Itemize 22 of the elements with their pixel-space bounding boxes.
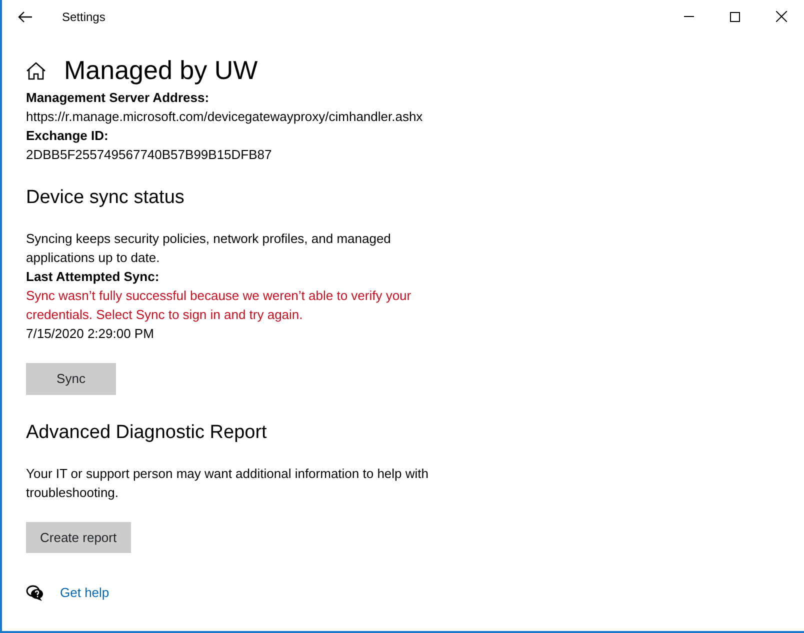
- error-message: Sync wasn’t fully successful because we weren’t able to verify your credentials. Select Sync to sign in and try again.: [26, 287, 412, 324]
- home-icon[interactable]: [26, 62, 46, 80]
- field-label: Exchange ID:: [26, 127, 110, 146]
- action-button[interactable]: Create report: [26, 522, 131, 554]
- field-value: https://r.manage.microsoft.com/devicegatewayproxy/cimhandler.ashx: [26, 108, 424, 126]
- minimize-icon: [684, 16, 694, 17]
- maximize-icon: [730, 12, 740, 22]
- field-label: Last Attempted Sync:: [26, 268, 160, 286]
- action-button[interactable]: Sync: [26, 363, 116, 395]
- back-arrow-icon: [18, 10, 32, 22]
- description-text: Syncing keeps security policies, network profiles, and managed applications up to date.: [26, 230, 392, 268]
- close-icon: [776, 11, 786, 22]
- section-heading: Advanced Diagnostic Report: [26, 422, 268, 442]
- help-link[interactable]: Get help: [60, 583, 110, 602]
- field-value: 2DBB5F255749567740B57B99B15DFB87: [26, 146, 273, 164]
- help-chat-icon: [26, 584, 44, 601]
- section-heading: Device sync status: [26, 188, 186, 208]
- window-title: Settings: [62, 8, 106, 26]
- field-label: Management Server Address:: [26, 89, 210, 108]
- page-title: Managed by UW: [64, 55, 258, 86]
- field-value: 7/15/2020 2:29:00 PM: [26, 325, 155, 344]
- description-text: Your IT or support person may want additional information to help with troubleshooting.: [26, 464, 430, 502]
